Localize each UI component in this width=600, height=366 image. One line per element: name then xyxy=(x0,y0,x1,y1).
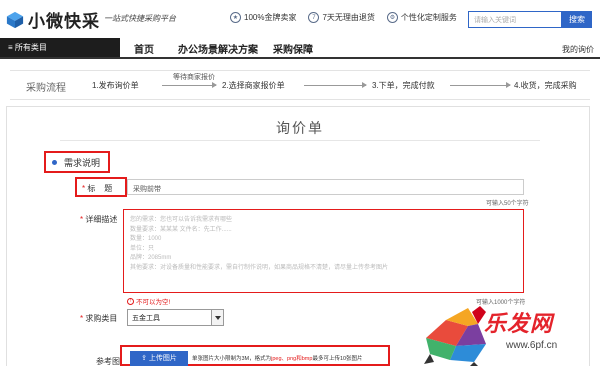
logo[interactable]: 小微快采 xyxy=(6,7,100,32)
reference-label: 参考图 xyxy=(96,357,120,366)
cube-logo-icon xyxy=(6,11,24,28)
detail-label-text: 详细描述 xyxy=(85,215,118,224)
section-heading: 需求说明 xyxy=(64,158,101,168)
category-select[interactable]: 五金工具 xyxy=(127,309,224,326)
title-char-hint: 可输入50个字符 xyxy=(486,201,529,207)
upload-icon: ⇪ xyxy=(141,355,149,362)
step-4: 4.收货，完成采购 xyxy=(514,81,577,90)
waiting-label: 等待商家报价 xyxy=(173,74,215,81)
upload-tip: 单张图片大小限制为3M，格式为jpeg、png和bmp最多可上传10张图片 xyxy=(192,354,363,362)
purchase-process: 采购流程 1.发布询价单 等待商家报价 2.选择商家报价单 3.下单，完成付款 … xyxy=(10,70,590,100)
placeholder-line: 您的需求：您也可以告诉我需求有哪些 xyxy=(130,217,233,223)
seven-days-icon: 7 xyxy=(308,12,320,23)
brand-name: 小微快采 xyxy=(28,12,100,31)
menu-icon: ≡ xyxy=(8,43,15,52)
watermark-url: www.6pf.cn xyxy=(506,340,558,351)
nav-home[interactable]: 首页 xyxy=(134,41,154,56)
upload-button-label: 上传图片 xyxy=(148,355,177,362)
title-field[interactable]: 采购前带 xyxy=(127,179,524,195)
arrow-icon xyxy=(304,82,367,88)
title-label: * 标 题 xyxy=(82,183,112,194)
upload-tip-suffix: 最多可上传10张图片 xyxy=(312,356,363,362)
my-inquiry-link[interactable]: 我的询价 xyxy=(562,44,594,55)
search-button[interactable]: 搜索 xyxy=(562,11,592,28)
all-categories-button[interactable]: ≡ 所有类目 xyxy=(0,38,120,57)
placeholder-line: 数量要求：某某某 文件名：先工作...... xyxy=(130,226,232,233)
title-label-text: 标 题 xyxy=(87,184,113,193)
upload-image-button[interactable]: ⇪ 上传图片 xyxy=(130,351,188,366)
warning-icon: ! xyxy=(127,297,134,305)
step-2: 2.选择商家报价单 xyxy=(222,81,285,90)
all-categories-label: 所有类目 xyxy=(14,43,47,52)
badge-label: 7天无理由退货 xyxy=(322,13,375,22)
process-title: 采购流程 xyxy=(26,83,66,94)
badge-label: 100%金牌卖家 xyxy=(244,13,297,22)
nav-office-solutions[interactable]: 办公场景解决方案 xyxy=(178,41,258,56)
search-input[interactable]: 请输入关键词 xyxy=(468,11,562,28)
chevron-down-icon[interactable] xyxy=(211,310,223,325)
step-1: 1.发布询价单 xyxy=(92,81,139,90)
badge-label: 个性化定制服务 xyxy=(400,13,457,22)
nav-purchase-guarantee[interactable]: 采购保障 xyxy=(273,41,313,56)
error-message: ! 不可以为空! xyxy=(127,296,170,306)
upload-tip-prefix: 单张图片大小限制为3M，格式为 xyxy=(192,356,272,362)
category-selected-value: 五金工具 xyxy=(132,315,160,322)
upload-tip-formats: jpeg、png和bmp xyxy=(271,356,313,362)
badge-custom: ⚙ 个性化定制服务 xyxy=(386,12,457,23)
category-label: * 求购类目 xyxy=(80,313,117,324)
service-badges: ★ 100%金牌卖家 7 7天无理由退货 ⚙ 个性化定制服务 xyxy=(230,12,457,23)
detail-label: * 详细描述 xyxy=(80,214,117,225)
main-nav: ≡ 所有类目 首页 办公场景解决方案 采购保障 我的询价 xyxy=(0,38,600,59)
slogan: 一站式快捷采购平台 xyxy=(104,14,176,23)
arrow-icon xyxy=(162,82,217,88)
watermark-brand: 乐发网 xyxy=(484,311,554,337)
placeholder-line: 单位：只 xyxy=(130,245,155,252)
shield-icon: ★ xyxy=(230,12,241,23)
placeholder-line: 其他要求：对设备质量和性能要求，需自行制作说明，如果商品规格不清楚，请尽量上传参… xyxy=(130,264,389,271)
error-text: 不可以为空! xyxy=(136,299,171,306)
placeholder-line: 数量：1000 xyxy=(130,236,162,242)
site-header: 小微快采 一站式快捷采购平台 ★ 100%金牌卖家 7 7天无理由退货 ⚙ 个性… xyxy=(0,0,600,38)
arrow-icon xyxy=(450,82,511,88)
detail-textarea[interactable]: 您的需求：您也可以告诉我需求有哪些 数量要求：某某某 文件名：先工作......… xyxy=(123,209,524,293)
category-label-text: 求购类目 xyxy=(85,314,118,323)
gear-icon: ⚙ xyxy=(386,12,398,23)
title-divider xyxy=(60,140,540,141)
placeholder-line: 品牌：2085mm xyxy=(130,255,172,261)
bullet-icon xyxy=(52,160,57,165)
step-3: 3.下单，完成付款 xyxy=(372,81,435,90)
badge-gold-seller: ★ 100%金牌卖家 xyxy=(230,12,296,23)
badge-return: 7 7天无理由退货 xyxy=(308,12,375,23)
form-title: 询价单 xyxy=(276,120,324,136)
